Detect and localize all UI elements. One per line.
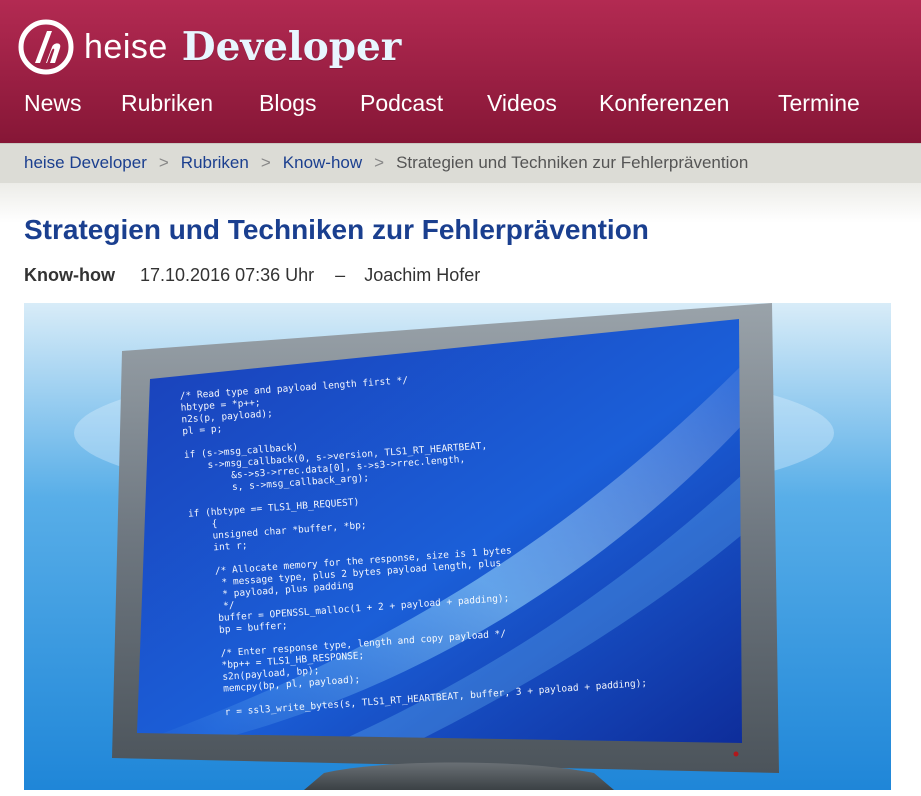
main-nav: News Rubriken Blogs Podcast Videos Konfe… [0, 90, 921, 130]
article-hero-image[interactable]: /* Read type and payload length first */… [24, 303, 891, 790]
site-logo[interactable]: heise Developer [18, 15, 401, 79]
site-header: heise Developer News Rubriken Blogs Podc… [0, 0, 921, 143]
breadcrumb-current: Strategien und Techniken zur Fehlerpräve… [396, 153, 749, 172]
nav-item-podcast[interactable]: Podcast [360, 90, 443, 117]
article-author[interactable]: Joachim Hofer [364, 265, 480, 285]
nav-item-news[interactable]: News [24, 90, 82, 117]
monitor-code-image: /* Read type and payload length first */… [24, 303, 891, 790]
breadcrumb: heise Developer > Rubriken > Know-how > … [24, 153, 748, 173]
breadcrumb-bar: heise Developer > Rubriken > Know-how > … [0, 143, 921, 184]
nav-item-konferenzen[interactable]: Konferenzen [599, 90, 729, 117]
code-line: { [188, 519, 217, 532]
breadcrumb-link-rubriken[interactable]: Rubriken [181, 153, 249, 173]
nav-item-termine[interactable]: Termine [778, 90, 860, 117]
breadcrumb-link-know-how[interactable]: Know-how [283, 153, 362, 173]
article-meta: Know-how 17.10.2016 07:36 Uhr – Joachim … [24, 265, 480, 286]
breadcrumb-link-heise-developer[interactable]: heise Developer [24, 153, 147, 173]
meta-dash: – [335, 265, 346, 285]
heise-logo-icon [18, 19, 74, 75]
article-date: 17.10.2016 07:36 Uhr [140, 265, 315, 285]
logo-heise-text: heise [84, 27, 168, 66]
nav-item-videos[interactable]: Videos [487, 90, 557, 117]
nav-item-rubriken[interactable]: Rubriken [121, 90, 213, 117]
breadcrumb-separator: > [374, 153, 385, 172]
nav-item-blogs[interactable]: Blogs [259, 90, 317, 117]
breadcrumb-separator: > [158, 153, 169, 172]
breadcrumb-separator: > [260, 153, 271, 172]
article-rubric[interactable]: Know-how [24, 265, 115, 285]
article-title: Strategien und Techniken zur Fehlerpräve… [24, 214, 649, 245]
logo-section-text: Developer [181, 24, 402, 70]
